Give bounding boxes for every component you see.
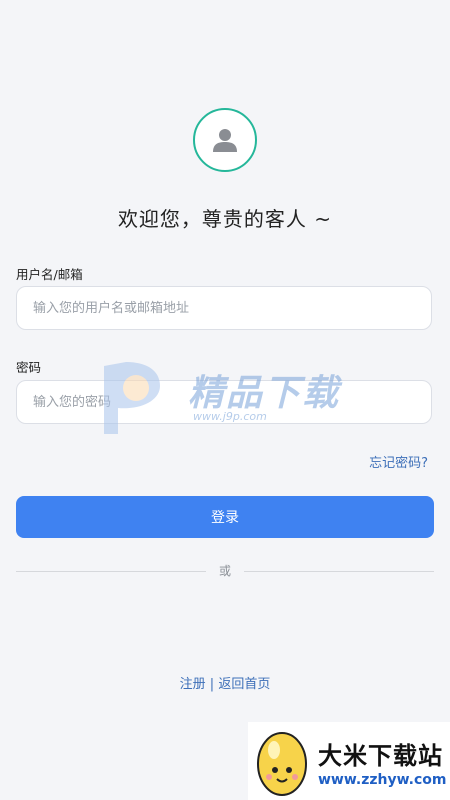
password-input[interactable] xyxy=(16,380,432,424)
egg-mascot-icon xyxy=(257,732,307,796)
user-icon xyxy=(213,129,237,152)
avatar xyxy=(193,108,257,172)
username-label: 用户名/邮箱 xyxy=(16,267,83,282)
bottom-links: 注册 | 返回首页 xyxy=(0,673,450,692)
page-title: 欢迎您，尊贵的客人 ~ xyxy=(117,207,333,231)
register-link[interactable]: 注册 xyxy=(180,677,206,692)
divider-line-right xyxy=(244,571,434,572)
username-input[interactable] xyxy=(16,286,432,330)
watermark-corner: 大米下载站 www.zzhyw.com xyxy=(248,722,450,800)
forgot-password-link[interactable]: 忘记密码? xyxy=(369,452,428,471)
link-separator: | xyxy=(209,677,215,692)
login-button[interactable]: 登录 xyxy=(16,496,434,538)
password-label: 密码 xyxy=(16,360,42,375)
back-home-link[interactable]: 返回首页 xyxy=(218,677,270,692)
